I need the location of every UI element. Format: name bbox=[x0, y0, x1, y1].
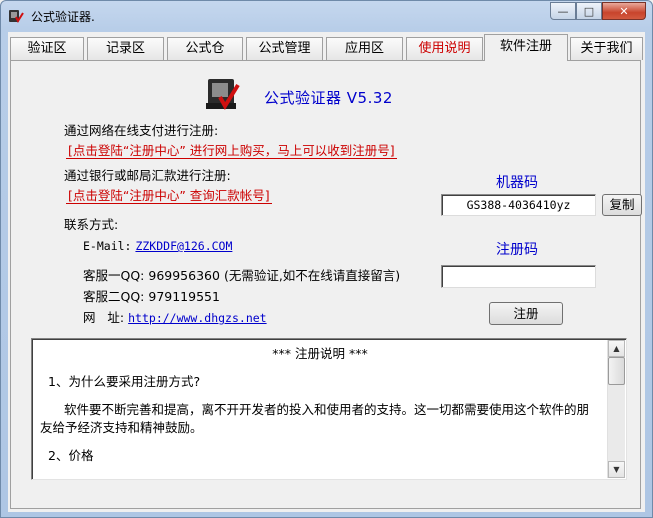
notes-title: *** 注册说明 *** bbox=[272, 346, 368, 361]
notes-question-1: 1、为什么要采用注册方式? bbox=[48, 374, 201, 389]
scroll-up-icon[interactable]: ▲ bbox=[608, 340, 625, 357]
email-link[interactable]: ZZKDDF@126.COM bbox=[135, 239, 232, 253]
scroll-thumb[interactable] bbox=[608, 357, 625, 385]
close-icon: ✕ bbox=[619, 4, 629, 18]
bank-payment-link[interactable]: [点击登陆“注册中心” 查询汇款帐号] bbox=[66, 185, 272, 204]
tab-formula-manage[interactable]: 公式管理 bbox=[246, 37, 323, 60]
tab-label: 软件注册 bbox=[499, 39, 552, 54]
qq1-label: 客服一QQ: bbox=[83, 268, 145, 283]
qq1-value: 969956360 bbox=[148, 268, 220, 283]
minimize-button[interactable]: — bbox=[550, 2, 576, 20]
email-row: E-Mail: ZZKDDF@126.COM bbox=[83, 238, 232, 253]
register-button[interactable]: 注册 bbox=[489, 302, 563, 325]
machine-code-field[interactable]: GS388-4036410yz bbox=[441, 194, 596, 216]
reg-code-label: 注册码 bbox=[496, 242, 538, 258]
window-controls: — □ ✕ bbox=[550, 2, 646, 20]
copy-button[interactable]: 复制 bbox=[602, 194, 642, 216]
online-payment-label: 通过网络在线支付进行注册: bbox=[64, 123, 219, 138]
tab-label: 应用区 bbox=[344, 41, 384, 56]
tab-label: 使用说明 bbox=[418, 41, 471, 56]
tab-register[interactable]: 软件注册 bbox=[484, 34, 568, 61]
maximize-button[interactable]: □ bbox=[576, 2, 602, 20]
website-link[interactable]: http://www.dhgzs.net bbox=[128, 311, 266, 325]
tab-label: 验证区 bbox=[27, 41, 67, 56]
title-bar: 公式验证器. — □ ✕ bbox=[1, 1, 652, 31]
tab-instructions[interactable]: 使用说明 bbox=[406, 37, 483, 60]
qq2-row: 客服二QQ: 979119551 bbox=[83, 286, 220, 305]
close-button[interactable]: ✕ bbox=[602, 2, 646, 20]
registration-notes-box[interactable]: *** 注册说明 *** 1、为什么要采用注册方式? 软件要不断完善和提高，离不… bbox=[31, 338, 627, 480]
minimize-icon: — bbox=[557, 4, 569, 18]
app-name: 公式验证器 V5.32 bbox=[264, 89, 393, 107]
email-label: E-Mail: bbox=[83, 239, 132, 253]
app-logo bbox=[206, 79, 240, 110]
reg-code-input[interactable] bbox=[441, 265, 596, 288]
notes-answer-1: 软件要不断完善和提高，离不开开发者的投入和使用者的支持。这一切都需要使用这个软件… bbox=[40, 402, 590, 435]
window-title: 公式验证器. bbox=[31, 10, 95, 24]
website-label: 网 址: bbox=[83, 310, 125, 325]
tab-label: 记录区 bbox=[105, 41, 145, 56]
tab-apply[interactable]: 应用区 bbox=[326, 37, 403, 60]
tab-about[interactable]: 关于我们 bbox=[570, 37, 643, 60]
tab-verify[interactable]: 验证区 bbox=[10, 37, 84, 60]
tab-formula-store[interactable]: 公式仓 bbox=[167, 37, 243, 60]
online-payment-link-text: [点击登陆“注册中心” 进行网上购买，马上可以收到注册号] bbox=[66, 143, 397, 159]
vertical-scrollbar[interactable]: ▲ ▼ bbox=[607, 340, 625, 478]
qq2-label: 客服二QQ: bbox=[83, 289, 145, 304]
qq2-value: 979119551 bbox=[148, 289, 220, 304]
contact-label: 联系方式: bbox=[64, 217, 119, 232]
tab-label: 公式管理 bbox=[258, 41, 311, 56]
machine-code-label: 机器码 bbox=[496, 175, 538, 191]
tab-records[interactable]: 记录区 bbox=[87, 37, 164, 60]
bank-payment-label: 通过银行或邮局汇款进行注册: bbox=[64, 168, 231, 183]
tab-label: 关于我们 bbox=[580, 41, 633, 56]
app-window: 公式验证器. — □ ✕ 验证区 记录区 公式仓 公式管理 应用区 使用说明 软… bbox=[0, 0, 653, 518]
website-row: 网 址: http://www.dhgzs.net bbox=[83, 307, 267, 326]
scroll-down-icon[interactable]: ▼ bbox=[608, 461, 625, 478]
bank-payment-link-text: [点击登陆“注册中心” 查询汇款帐号] bbox=[66, 188, 272, 204]
qq1-row: 客服一QQ: 969956360 (无需验证,如不在线请直接留言) bbox=[83, 265, 400, 284]
app-icon bbox=[9, 10, 24, 24]
qq1-note: (无需验证,如不在线请直接留言) bbox=[223, 268, 401, 283]
client-area: 验证区 记录区 公式仓 公式管理 应用区 使用说明 软件注册 关于我们 公式验证… bbox=[8, 32, 645, 512]
online-payment-link[interactable]: [点击登陆“注册中心” 进行网上购买，马上可以收到注册号] bbox=[66, 140, 397, 159]
maximize-icon: □ bbox=[583, 4, 595, 18]
tab-label: 公式仓 bbox=[185, 41, 225, 56]
notes-question-2: 2、价格 bbox=[48, 448, 94, 463]
registration-notes-text: *** 注册说明 *** 1、为什么要采用注册方式? 软件要不断完善和提高，离不… bbox=[40, 345, 600, 465]
